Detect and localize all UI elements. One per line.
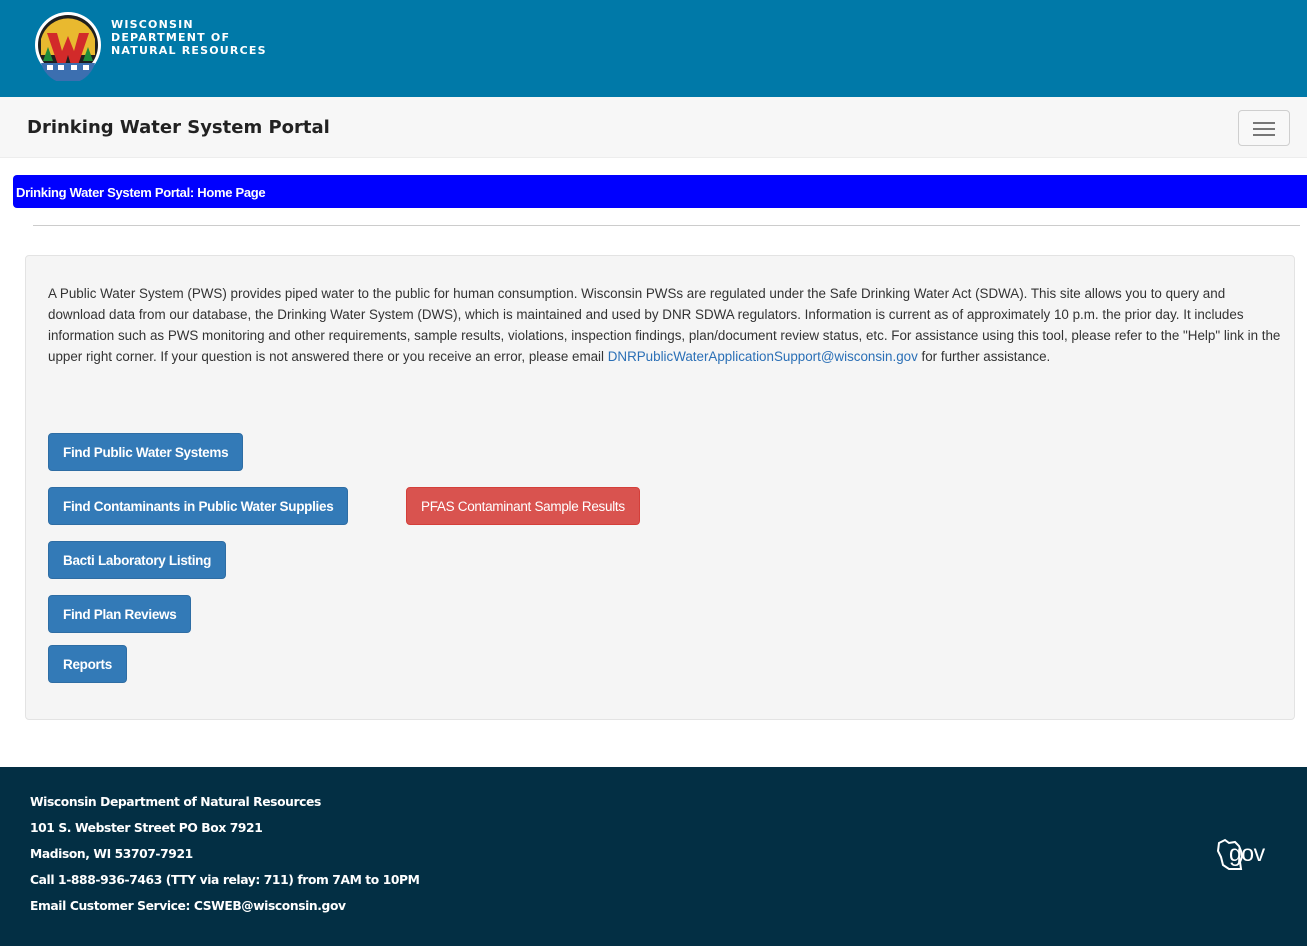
footer-contact: Wisconsin Department of Natural Resource… (30, 793, 420, 923)
bacti-laboratory-listing-button[interactable]: Bacti Laboratory Listing (48, 541, 227, 579)
gov-logo-text: gov (1229, 840, 1265, 866)
dnr-logo-icon[interactable] (33, 9, 103, 81)
divider (33, 225, 1300, 226)
hamburger-icon-bar-3 (1253, 134, 1275, 136)
footer-address-2: Madison, WI 53707-7921 (30, 847, 193, 861)
site-header: WISCONSIN DEPARTMENT OF NATURAL RESOURCE… (0, 0, 1307, 97)
breadcrumb: Drinking Water System Portal: Home Page (13, 175, 1307, 208)
footer-email[interactable]: Email Customer Service: CSWEB@wisconsin.… (30, 897, 419, 923)
intro-text-end: for further assistance. (917, 349, 1051, 364)
footer-address-1: 101 S. Webster Street PO Box 7921 (30, 821, 263, 835)
find-public-water-systems-button[interactable]: Find Public Water Systems (48, 433, 244, 471)
hamburger-icon-bar-1 (1253, 122, 1275, 124)
navbar: Drinking Water System Portal (0, 97, 1307, 158)
dnr-logo-text: WISCONSIN DEPARTMENT OF NATURAL RESOURCE… (111, 18, 267, 57)
menu-toggle-button[interactable] (1238, 110, 1290, 146)
reports-button[interactable]: Reports (48, 645, 127, 683)
intro-paragraph: A Public Water System (PWS) provides pip… (48, 283, 1283, 367)
site-footer: Wisconsin Department of Natural Resource… (0, 767, 1307, 946)
logo-line-1: WISCONSIN (111, 18, 194, 31)
logo-line-2: DEPARTMENT OF (111, 31, 231, 44)
logo-line-3: NATURAL RESOURCES (111, 44, 267, 57)
support-email-link[interactable]: DNRPublicWaterApplicationSupport@wiscons… (608, 349, 918, 364)
portal-title[interactable]: Drinking Water System Portal (27, 117, 330, 138)
find-contaminants-button[interactable]: Find Contaminants in Public Water Suppli… (48, 487, 349, 525)
hamburger-icon-bar-2 (1253, 128, 1275, 130)
footer-phone: Call 1-888-936-7463 (TTY via relay: 711)… (30, 873, 420, 887)
breadcrumb-text: Drinking Water System Portal: Home Page (16, 185, 266, 200)
find-plan-reviews-button[interactable]: Find Plan Reviews (48, 595, 192, 633)
pfas-results-button[interactable]: PFAS Contaminant Sample Results (406, 487, 640, 525)
main-panel: A Public Water System (PWS) provides pip… (25, 255, 1295, 720)
footer-org: Wisconsin Department of Natural Resource… (30, 795, 321, 809)
